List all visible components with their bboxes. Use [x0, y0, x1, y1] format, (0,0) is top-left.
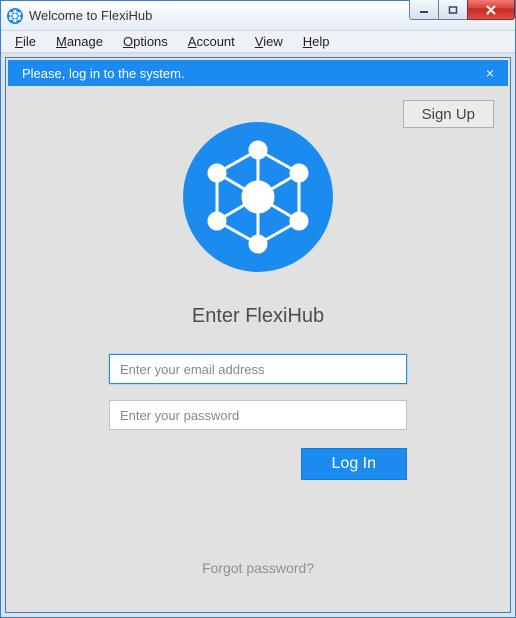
- window-title: Welcome to FlexiHub: [29, 8, 152, 23]
- page-heading: Enter FlexiHub: [192, 305, 324, 328]
- login-button[interactable]: Log In: [301, 448, 407, 480]
- menu-file[interactable]: File: [5, 32, 46, 51]
- notification-text: Please, log in to the system.: [22, 66, 185, 81]
- password-field[interactable]: [109, 400, 407, 430]
- notification-bar: Please, log in to the system. ×: [8, 60, 508, 86]
- app-logo: [183, 122, 333, 275]
- menu-manage[interactable]: Manage: [46, 32, 113, 51]
- window-controls: [410, 0, 515, 20]
- notification-close-icon[interactable]: ×: [482, 65, 498, 81]
- login-row: Log In: [109, 448, 407, 480]
- email-field[interactable]: [109, 354, 407, 384]
- content-frame: Please, log in to the system. × Sign Up: [5, 57, 511, 613]
- close-icon: [485, 5, 497, 15]
- menubar: File Manage Options Account View Help: [1, 31, 515, 53]
- app-icon: [7, 8, 23, 24]
- app-window: Welcome to FlexiHub File Manage Options …: [0, 0, 516, 618]
- main-area: Sign Up: [8, 86, 508, 610]
- menu-help[interactable]: Help: [293, 32, 340, 51]
- minimize-button[interactable]: [409, 0, 439, 20]
- menu-options[interactable]: Options: [113, 32, 178, 51]
- maximize-icon: [448, 5, 458, 15]
- sign-up-button[interactable]: Sign Up: [403, 100, 494, 128]
- menu-account[interactable]: Account: [178, 32, 245, 51]
- login-form: Log In: [109, 354, 407, 480]
- menu-view[interactable]: View: [245, 32, 293, 51]
- titlebar: Welcome to FlexiHub: [1, 1, 515, 31]
- spacer: [109, 384, 407, 400]
- minimize-icon: [419, 5, 429, 15]
- close-button[interactable]: [467, 0, 515, 20]
- maximize-button[interactable]: [438, 0, 468, 20]
- forgot-password-link[interactable]: Forgot password?: [202, 560, 314, 576]
